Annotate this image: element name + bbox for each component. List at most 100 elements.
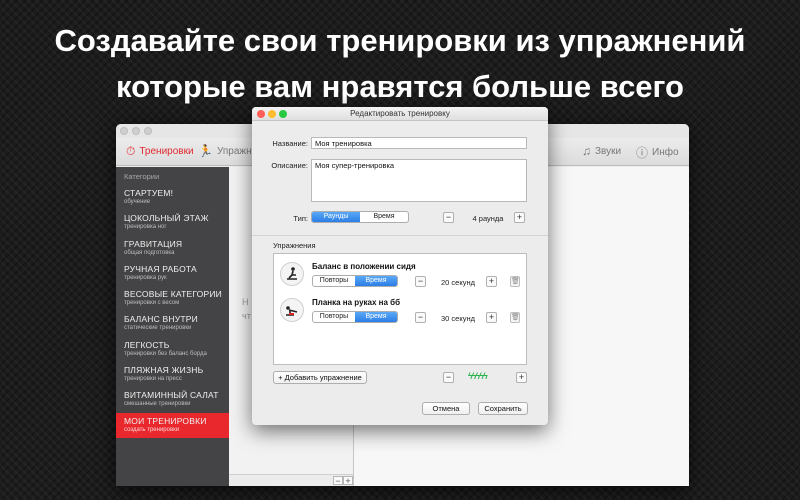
exercise-row[interactable]: Планка на руках на бб Повторы Время − 30… (274, 295, 526, 331)
sidebar-category-item[interactable]: ВЕСОВЫЕ КАТЕГОРИИ тренировки с весом (116, 286, 229, 311)
category-title: ЛЕГКОСТЬ (124, 339, 170, 350)
category-subtitle: создать тренировки (124, 426, 180, 433)
intensity-decrement-button[interactable]: − (443, 372, 454, 383)
section-divider (252, 235, 548, 236)
trash-icon[interactable]: 🗑 (510, 276, 520, 287)
type-segmented-control: Раунды Время (311, 211, 409, 223)
exercise-value: 30 секунд (441, 314, 475, 323)
category-subtitle: тренировка ног (124, 224, 167, 231)
sidebar-category-item[interactable]: ГРАВИТАЦИЯ общая подготовка (116, 236, 229, 261)
category-subtitle: тренировки на пресс (124, 376, 182, 383)
rounds-value: 4 раунда (472, 214, 504, 223)
add-workout-button[interactable]: + (343, 476, 353, 486)
tab-workouts[interactable]: ⏱ Тренировки (126, 144, 194, 159)
tab-exercises-label: Упражнения (216, 145, 254, 157)
seated-balance-icon (280, 262, 304, 286)
sidebar-category-item[interactable]: ЦОКОЛЬНЫЙ ЭТАЖ тренировка ног (116, 210, 229, 235)
sidebar-category-item[interactable]: ВИТАМИННЫЙ САЛАТ смешанные тренировки (116, 387, 229, 412)
sidebar-category-item[interactable]: МОИ ТРЕНИРОВКИ создать тренировки (116, 412, 229, 438)
name-field[interactable]: Моя тренировка (311, 137, 527, 149)
running-person-icon: 🏃 (198, 144, 213, 158)
sidebar-category-item[interactable]: СТАРТУЕМ! обучение (116, 185, 229, 210)
exercise-row[interactable]: Баланс в положении сидя Повторы Время − … (274, 259, 526, 295)
promo-headline: Создавайте свои тренировки из упражнений… (0, 18, 800, 110)
exercise-increment-button[interactable]: + (486, 276, 497, 287)
category-title: БАЛАНС ВНУТРИ (124, 314, 198, 325)
hand-plank-icon (280, 298, 304, 322)
mode-reps-option[interactable]: Повторы (313, 276, 355, 286)
mode-reps-option[interactable]: Повторы (313, 312, 355, 322)
music-note-icon: ♫ (582, 144, 591, 158)
mode-time-option[interactable]: Время (355, 276, 397, 286)
exercise-name: Планка на руках на бб (312, 298, 401, 307)
category-subtitle: тренировки с весом (124, 300, 180, 307)
remove-workout-button[interactable]: − (333, 476, 343, 486)
exercise-mode-control: Повторы Время (312, 275, 398, 287)
category-sidebar: Категории СТАРТУЕМ! обучение ЦОКОЛЬНЫЙ ЭТА… (116, 167, 229, 486)
exercise-name: Баланс в положении сидя (312, 262, 416, 271)
dialog-titlebar: Редактировать тренировку (252, 107, 548, 121)
category-title: МОИ ТРЕНИРОВКИ (124, 415, 207, 426)
category-subtitle: общая подготовка (124, 249, 175, 256)
tab-sounds-label: Звуки (595, 145, 622, 157)
tab-info[interactable]: ⓘ Инфо (636, 144, 679, 161)
dialog-zoom-button[interactable] (279, 110, 287, 118)
stopwatch-icon: ⏱ (126, 144, 136, 158)
empty-hint-line-2: чт (242, 311, 251, 321)
categories-header: Категории (124, 172, 160, 181)
exercise-increment-button[interactable]: + (486, 312, 497, 323)
description-field[interactable]: Моя супер-тренировка (311, 159, 527, 202)
category-title: ВИТАМИННЫЙ САЛАТ (124, 390, 219, 401)
category-subtitle: смешанные тренировки (124, 401, 191, 408)
category-title: СТАРТУЕМ! (124, 188, 174, 198)
description-label: Описание: (271, 161, 308, 170)
category-subtitle: обучение (124, 199, 151, 205)
empty-list-hint: Н чт (242, 295, 251, 323)
info-icon: ⓘ (636, 146, 649, 160)
add-exercise-button[interactable]: + Добавить упражнение (273, 371, 367, 384)
mode-time-option[interactable]: Время (355, 312, 397, 322)
category-title: ПЛЯЖНАЯ ЖИЗНЬ (124, 365, 204, 376)
sidebar-category-item[interactable]: РУЧНАЯ РАБОТА тренировка рук (116, 261, 229, 286)
tab-info-label: Инфо (652, 147, 679, 158)
category-title: ВЕСОВЫЕ КАТЕГОРИИ (124, 289, 222, 300)
exercise-mode-control: Повторы Время (312, 311, 398, 323)
empty-hint-line-1: Н (242, 297, 249, 307)
exercise-decrement-button[interactable]: − (415, 276, 426, 287)
name-label: Название: (272, 139, 308, 148)
type-rounds-option[interactable]: Раунды (312, 212, 360, 222)
sidebar-category-item[interactable]: ПЛЯЖНАЯ ЖИЗНЬ тренировки на пресс (116, 362, 229, 387)
sidebar-category-item[interactable]: ЛЕГКОСТЬ тренировки без баланс борда (116, 337, 229, 362)
type-label: Тип: (293, 214, 308, 223)
zoom-window-button[interactable] (144, 127, 152, 135)
intensity-indicator: ϟϟϟϟϟ (468, 371, 488, 381)
category-subtitle: статические тренировки (124, 325, 192, 332)
category-title: РУЧНАЯ РАБОТА (124, 263, 197, 274)
sidebar-category-item[interactable]: БАЛАНС ВНУТРИ статические тренировки (116, 311, 229, 336)
edit-workout-dialog: Редактировать тренировку Название: Моя т… (252, 107, 548, 425)
dialog-title: Редактировать тренировку (350, 109, 450, 118)
category-subtitle: тренировка рук (124, 274, 167, 281)
exercise-value: 20 секунд (441, 278, 475, 287)
category-title: ГРАВИТАЦИЯ (124, 238, 183, 249)
exercise-decrement-button[interactable]: − (415, 312, 426, 323)
rounds-increment-button[interactable]: + (514, 212, 525, 223)
tab-workouts-label: Тренировки (139, 146, 194, 157)
save-button[interactable]: Сохранить (478, 402, 528, 415)
dialog-minimize-button[interactable] (268, 110, 276, 118)
headline-line-1: Создавайте свои тренировки из упражнений (54, 23, 746, 58)
minimize-window-button[interactable] (132, 127, 140, 135)
tab-exercises[interactable]: 🏃 Упражнения (198, 144, 254, 158)
rounds-decrement-button[interactable]: − (443, 212, 454, 223)
close-window-button[interactable] (120, 127, 128, 135)
intensity-increment-button[interactable]: + (516, 372, 527, 383)
tab-sounds[interactable]: ♫ Звуки (582, 144, 621, 158)
list-footer: − + (229, 474, 353, 486)
trash-icon[interactable]: 🗑 (510, 312, 520, 323)
headline-line-2: которые вам нравятся больше всего (116, 69, 684, 104)
category-list: СТАРТУЕМ! обучение ЦОКОЛЬНЫЙ ЭТАЖ тренировк… (116, 185, 229, 438)
type-time-option[interactable]: Время (360, 212, 408, 222)
dialog-close-button[interactable] (257, 110, 265, 118)
cancel-button[interactable]: Отмена (422, 402, 470, 415)
exercises-header: Упражнения (273, 241, 316, 250)
